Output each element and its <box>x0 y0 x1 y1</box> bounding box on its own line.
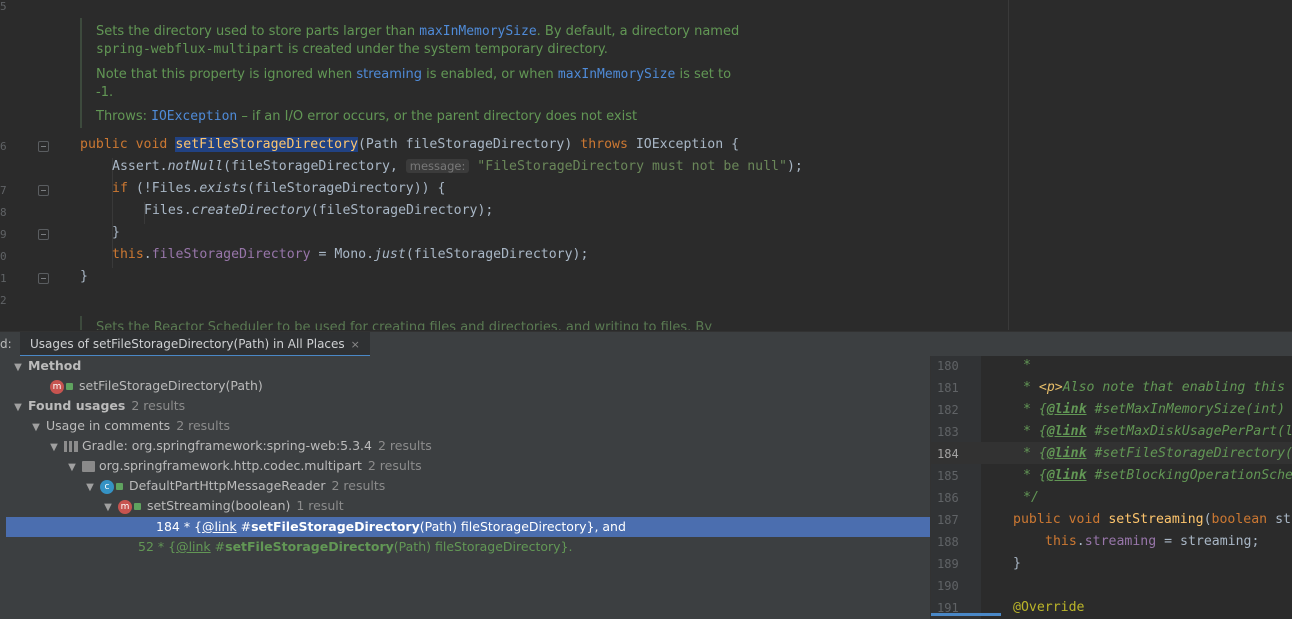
line-number: 7 <box>0 184 6 197</box>
code-line[interactable]: if (!Files.exists(fileStorageDirectory))… <box>112 181 446 196</box>
line-number: 182 <box>937 403 959 417</box>
find-tool-window-header: d: Usages of setFileStorageDirectory(Pat… <box>0 331 1292 357</box>
usage-preview-editor[interactable]: 180 181 182 183 184 185 186 187 188 189 … <box>930 356 1292 619</box>
tree-node-class[interactable]: ▼ c DefaultPartHttpMessageReader 2 results <box>6 476 1008 496</box>
package-icon <box>81 461 95 472</box>
fold-icon[interactable] <box>38 273 49 284</box>
fold-icon[interactable] <box>38 229 49 240</box>
horizontal-scrollbar[interactable] <box>931 613 1001 616</box>
rendered-javadoc[interactable]: Sets the directory used to store parts l… <box>80 18 739 128</box>
line-number: 9 <box>0 228 6 241</box>
chevron-down-icon[interactable]: ▼ <box>66 458 78 478</box>
javadoc-paragraph: spring-webflux-multipart is created unde… <box>96 42 608 57</box>
chevron-down-icon[interactable]: ▼ <box>48 438 60 458</box>
line-number: 185 <box>937 469 959 483</box>
preview-line[interactable]: * <p>Also note that enabling this <box>1023 380 1285 395</box>
code-line[interactable]: this.fileStorageDirectory = Mono.just(fi… <box>112 247 588 262</box>
preview-line[interactable]: * <box>1023 358 1031 373</box>
line-number: 2 <box>0 294 6 307</box>
parameter-hint: message: <box>405 159 470 173</box>
tab-title: Usages of setFileStorageDirectory(Path) … <box>30 337 345 351</box>
javadoc-paragraph: Note that this property is ignored when … <box>96 67 732 82</box>
javadoc-link[interactable]: IOException <box>151 109 237 124</box>
line-number: 186 <box>937 491 959 505</box>
chevron-down-icon[interactable]: ▼ <box>84 478 96 498</box>
line-number: 188 <box>937 535 959 549</box>
line-number: 6 <box>0 140 6 153</box>
code-line[interactable]: } <box>80 269 88 284</box>
method-icon: m <box>117 499 132 514</box>
chevron-down-icon[interactable]: ▼ <box>102 498 114 518</box>
tree-node-method-group[interactable]: ▼ Method <box>6 356 936 376</box>
line-number: 183 <box>937 425 959 439</box>
line-number: 0 <box>0 250 6 263</box>
preview-line[interactable]: this.streaming = streaming; <box>1045 534 1259 549</box>
line-number: 180 <box>937 359 959 373</box>
tree-node-method-usage[interactable]: ▼ m setStreaming(boolean) 1 result <box>6 496 1026 516</box>
usage-line-selected[interactable]: 184 * {@link #setFileStorageDirectory(Pa… <box>6 517 1080 537</box>
code-line[interactable]: Files.createDirectory(fileStorageDirecto… <box>144 203 493 218</box>
preview-line[interactable]: @Override <box>1013 600 1084 615</box>
line-number: 5 <box>0 0 6 13</box>
method-icon: m <box>50 379 64 394</box>
preview-line-current[interactable]: * {@link #setFileStorageDirectory( <box>1023 446 1292 461</box>
tab-usages[interactable]: Usages of setFileStorageDirectory(Path) … <box>20 332 370 357</box>
code-editor[interactable]: 5 6 7 8 9 0 1 2 Sets the directory used … <box>0 0 1292 330</box>
tree-node-method[interactable]: m setFileStorageDirectory(Path) <box>6 376 974 396</box>
fold-icon[interactable] <box>38 185 49 196</box>
library-icon <box>63 441 78 452</box>
line-number-current: 184 <box>937 447 959 461</box>
chevron-down-icon[interactable]: ▼ <box>12 358 24 378</box>
class-icon: c <box>99 479 114 494</box>
lock-icon <box>133 503 141 510</box>
javadoc-link[interactable]: maxInMemorySize <box>558 67 675 82</box>
usage-line[interactable]: 52 * {@link #setFileStorageDirectory(Pat… <box>6 537 1062 557</box>
preview-line[interactable]: * {@link #setBlockingOperationSche <box>1023 468 1292 483</box>
tool-window-label: d: <box>0 337 12 351</box>
code-line[interactable]: public void setFileStorageDirectory(Path… <box>80 137 739 152</box>
right-margin-guide <box>1008 0 1009 330</box>
close-icon[interactable]: × <box>351 338 360 351</box>
usages-tree[interactable]: ▼ Method m setFileStorageDirectory(Path) … <box>6 356 1080 619</box>
rendered-javadoc[interactable]: Sets the Reactor Scheduler to be used fo… <box>80 316 734 330</box>
javadoc-paragraph: Sets the Reactor Scheduler to be used fo… <box>96 320 713 330</box>
preview-line[interactable]: public void setStreaming(boolean st <box>1013 512 1291 527</box>
code-line[interactable]: Assert.notNull(fileStorageDirectory, mes… <box>112 159 803 174</box>
preview-line[interactable]: * {@link #setMaxInMemorySize(int) <box>1023 402 1285 417</box>
javadoc-paragraph: -1. <box>96 85 114 100</box>
line-number: 189 <box>937 557 959 571</box>
preview-line[interactable]: */ <box>1023 490 1039 505</box>
line-number: 187 <box>937 513 959 527</box>
preview-line[interactable]: } <box>1013 556 1021 571</box>
lock-icon <box>115 483 123 490</box>
method-name: setFileStorageDirectory <box>175 137 358 152</box>
code-line[interactable]: } <box>112 225 120 240</box>
line-number: 8 <box>0 206 6 219</box>
line-number: 190 <box>937 579 959 593</box>
line-number: 1 <box>0 272 6 285</box>
chevron-down-icon[interactable]: ▼ <box>12 398 24 418</box>
javadoc-throws: Throws: IOException – if an I/O error oc… <box>96 109 638 124</box>
tree-node-library[interactable]: ▼ Gradle: org.springframework:spring-web… <box>6 436 972 456</box>
javadoc-link[interactable]: streaming <box>356 67 422 82</box>
fold-icon[interactable] <box>38 141 49 152</box>
line-number: 181 <box>937 381 959 395</box>
tree-node-found-usages[interactable]: ▼ Found usages 2 results <box>6 396 936 416</box>
chevron-down-icon[interactable]: ▼ <box>30 418 42 438</box>
javadoc-link[interactable]: maxInMemorySize <box>419 24 536 39</box>
tree-node-usage-category[interactable]: ▼ Usage in comments 2 results <box>6 416 954 436</box>
javadoc-paragraph: Sets the directory used to store parts l… <box>96 24 740 39</box>
tree-node-package[interactable]: ▼ org.springframework.http.codec.multipa… <box>6 456 990 476</box>
lock-icon <box>66 383 73 390</box>
preview-line[interactable]: * {@link #setMaxDiskUsagePerPart(l <box>1023 424 1292 439</box>
